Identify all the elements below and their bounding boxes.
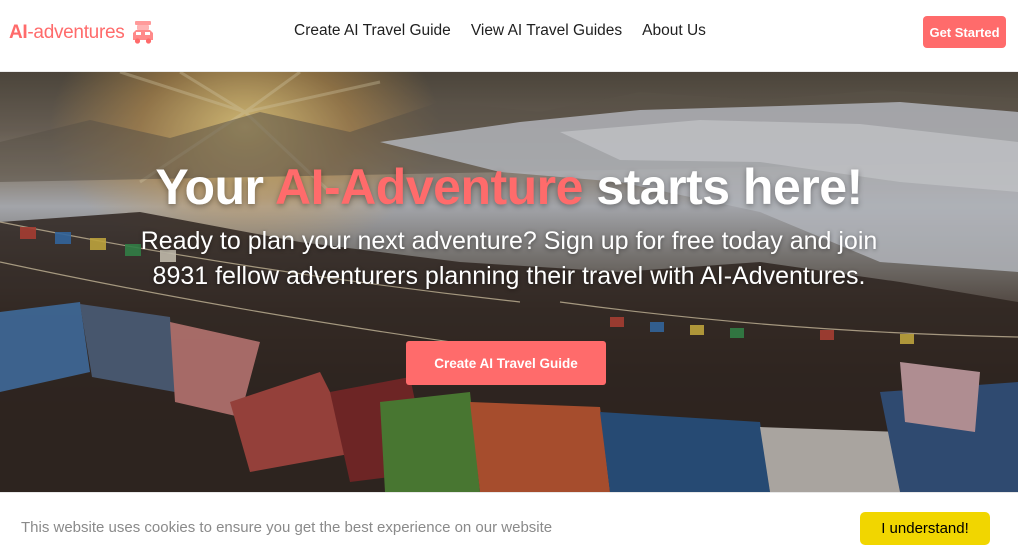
cookie-message: This website uses cookies to ensure you … [21,519,553,536]
hero-title: Your AI-Adventure starts here! [155,159,863,215]
car-with-luggage-icon [133,21,154,44]
cookie-accept-button[interactable]: I understand! [860,512,990,545]
brand-logo-link[interactable]: AI-adventures [9,18,156,48]
cookie-consent-bar: This website uses cookies to ensure you … [0,492,1018,559]
hero-subtitle-line-2: 8931 fellow adventurers planning their t… [152,262,866,290]
brand-name: AI-adventures [9,22,125,43]
hero-title-accent: AI-Adventure [275,159,583,215]
nav-create-ai-travel-guide[interactable]: Create AI Travel Guide [294,22,451,40]
hero-section: Your AI-Adventure starts here! Ready to … [0,72,1018,492]
hero-subtitle: Ready to plan your next adventure? Sign … [0,224,1018,294]
nav-view-ai-travel-guides[interactable]: View AI Travel Guides [471,22,622,40]
main-nav: Create AI Travel Guide View AI Travel Gu… [294,22,706,40]
hero-subtitle-line-1: Ready to plan your next adventure? Sign … [140,227,878,255]
nav-about-us[interactable]: About Us [642,22,706,40]
create-ai-travel-guide-button[interactable]: Create AI Travel Guide [406,341,606,385]
top-navbar: AI-adventures Create AI Travel Guide Vie… [0,0,1018,72]
get-started-button[interactable]: Get Started [923,16,1006,48]
